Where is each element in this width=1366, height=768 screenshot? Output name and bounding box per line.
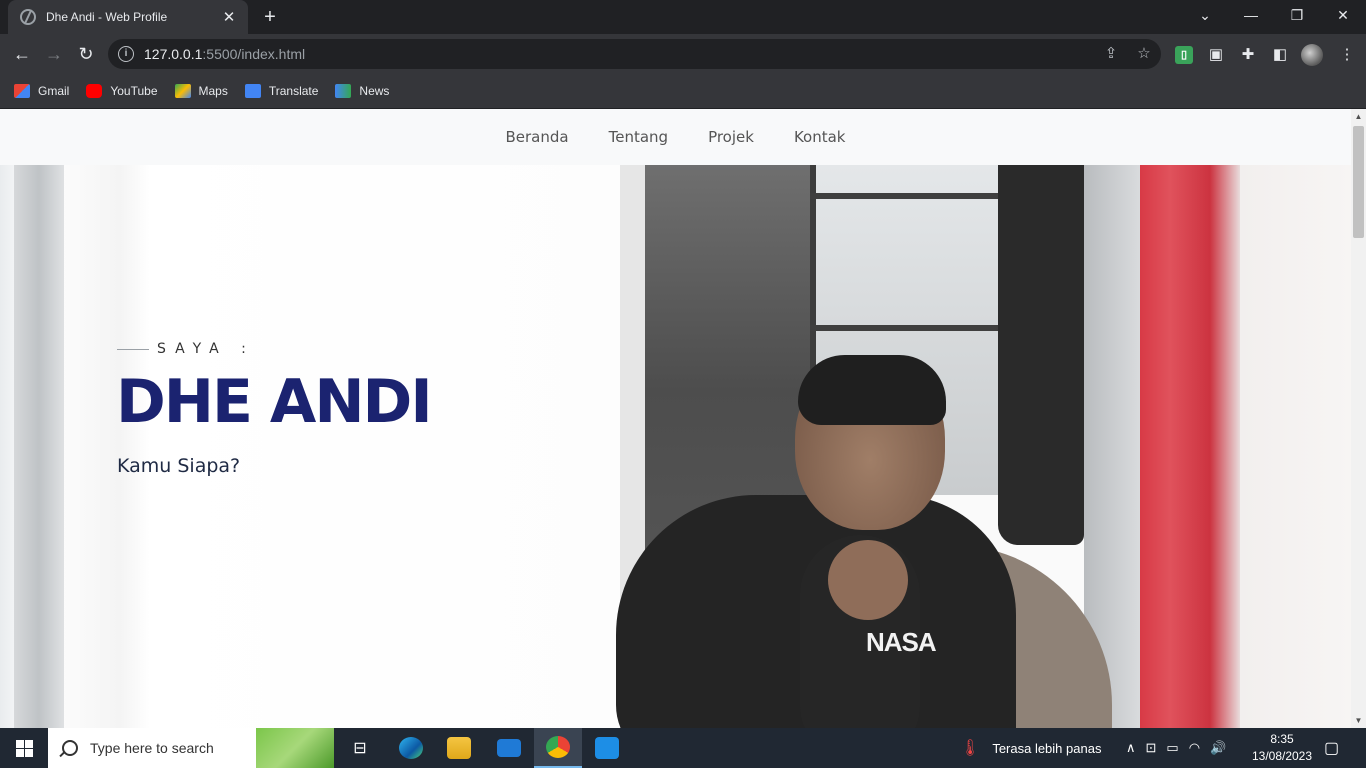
eyebrow-line (117, 348, 149, 350)
web-page: Beranda Tentang Projek Kontak NASA SAYA … (0, 109, 1351, 728)
tab-title: Dhe Andi - Web Profile (46, 10, 168, 24)
scroll-down-icon[interactable]: ▼ (1351, 713, 1366, 728)
eyebrow-text: SAYA : (157, 341, 255, 357)
wifi-icon[interactable]: ◠ (1189, 740, 1200, 756)
tab-search-button[interactable]: ⌄ (1182, 0, 1228, 30)
taskbar-chrome[interactable] (534, 728, 582, 768)
scrollbar-thumb[interactable] (1353, 126, 1364, 238)
bookmark-gmail[interactable]: Gmail (14, 84, 69, 98)
bookmark-label: YouTube (110, 84, 158, 98)
address-bar[interactable]: i 127.0.0.1:5500/index.html (108, 39, 1161, 69)
weather-widget[interactable]: 🌡 Terasa lebih panas (960, 728, 1101, 768)
forward-arrow-icon[interactable]: → (42, 42, 66, 66)
bookmark-label: Gmail (38, 84, 70, 98)
search-placeholder: Type here to search (90, 740, 214, 756)
hero-tagline: Kamu Siapa? (117, 455, 241, 477)
url-text[interactable]: 127.0.0.1:5500/index.html (144, 46, 305, 62)
nav-link-projek[interactable]: Projek (708, 128, 754, 146)
thermometer-icon: 🌡 (960, 740, 981, 757)
close-tab-icon[interactable]: ✕ (220, 8, 238, 26)
taskbar-mail[interactable] (485, 728, 533, 768)
restore-button[interactable]: ❐ (1274, 0, 1320, 30)
scroll-up-icon[interactable]: ▲ (1351, 109, 1366, 124)
folder-icon (447, 737, 471, 759)
news-icon (335, 84, 352, 98)
nav-link-tentang[interactable]: Tentang (609, 128, 668, 146)
bookmark-news[interactable]: News (335, 84, 389, 98)
windows-logo-icon (15, 739, 33, 757)
nav-link-kontak[interactable]: Kontak (794, 128, 846, 146)
bookmark-label: News (359, 84, 390, 98)
clock-time: 8:35 (1270, 732, 1294, 746)
task-view-button[interactable]: ⊟ (336, 728, 384, 768)
meet-now-icon[interactable]: ⊡ (1146, 740, 1157, 756)
extension-green-icon[interactable]: ▯ (1175, 46, 1193, 64)
globe-icon (20, 9, 36, 25)
battery-icon[interactable]: ▭ (1166, 740, 1178, 756)
hero-eyebrow: SAYA : (117, 341, 255, 357)
site-navbar: Beranda Tentang Projek Kontak (0, 109, 1351, 165)
bookmark-label: Translate (268, 84, 319, 98)
vscode-icon (595, 737, 619, 759)
close-window-button[interactable]: ✕ (1320, 0, 1366, 30)
chevron-up-icon[interactable]: ∧ (1126, 740, 1136, 756)
bookmark-label: Maps (198, 84, 228, 98)
edge-icon (399, 737, 423, 759)
side-panel-icon[interactable]: ◧ (1271, 46, 1289, 64)
browser-toolbar: ← → ↻ i 127.0.0.1:5500/index.html ⇪ ☆ ▯ … (0, 34, 1366, 74)
bookmark-youtube[interactable]: YouTube (86, 84, 158, 98)
clock-date: 13/08/2023 (1251, 749, 1313, 763)
volume-icon[interactable]: 🔊 (1210, 740, 1226, 756)
bookmark-translate[interactable]: Translate (244, 84, 319, 98)
shirt-print-text: NASA (866, 627, 937, 657)
mail-icon (497, 739, 521, 757)
chrome-icon (546, 736, 570, 758)
search-icon (62, 740, 78, 756)
nav-link-beranda[interactable]: Beranda (506, 128, 569, 146)
extensions-puzzle-icon[interactable]: ✚ (1239, 46, 1257, 64)
minimize-button[interactable]: — (1228, 0, 1274, 30)
hero-name: DHE ANDI (116, 367, 433, 437)
bookmarks-bar: Gmail YouTube Maps Translate News (0, 74, 1366, 109)
windows-taskbar: Type here to search ⊟ 🌡 Terasa lebih pan… (0, 728, 1366, 768)
profile-avatar[interactable] (1301, 44, 1323, 66)
taskbar-file-explorer[interactable] (435, 728, 483, 768)
gmail-icon (14, 84, 30, 98)
page-scrollbar[interactable]: ▲ ▼ (1351, 109, 1366, 728)
notification-icon[interactable]: ▢ (1324, 728, 1339, 768)
weather-text: Terasa lebih panas (992, 740, 1102, 756)
task-view-icon: ⊟ (353, 740, 367, 757)
taskbar-vscode[interactable] (583, 728, 631, 768)
bookmark-star-icon[interactable]: ☆ (1136, 46, 1152, 62)
menu-kebab-icon[interactable]: ⋮ (1338, 46, 1356, 64)
maps-icon (174, 84, 191, 98)
share-icon[interactable]: ⇪ (1103, 46, 1119, 62)
youtube-icon (86, 84, 103, 98)
tab-strip: Dhe Andi - Web Profile ✕ + ⌄ — ❐ ✕ (0, 0, 1366, 34)
reload-icon[interactable]: ↻ (74, 42, 98, 66)
image-extension-icon[interactable]: ▣ (1207, 46, 1225, 64)
back-arrow-icon[interactable]: ← (10, 42, 34, 66)
translate-icon (244, 84, 261, 98)
new-tab-button[interactable]: + (258, 5, 282, 29)
active-tab[interactable]: Dhe Andi - Web Profile ✕ (8, 0, 248, 34)
system-tray-icons: ∧ ⊡ ▭ ◠ 🔊 (1126, 728, 1226, 768)
search-highlight-image[interactable] (256, 728, 334, 768)
start-button[interactable] (0, 728, 48, 768)
taskbar-clock[interactable]: 8:35 13/08/2023 (1246, 731, 1318, 765)
hero-section: NASA SAYA : DHE ANDI Kamu Siapa? (0, 165, 1351, 728)
bookmark-maps[interactable]: Maps (174, 84, 228, 98)
site-info-icon[interactable]: i (118, 46, 134, 62)
taskbar-edge[interactable] (387, 728, 435, 768)
